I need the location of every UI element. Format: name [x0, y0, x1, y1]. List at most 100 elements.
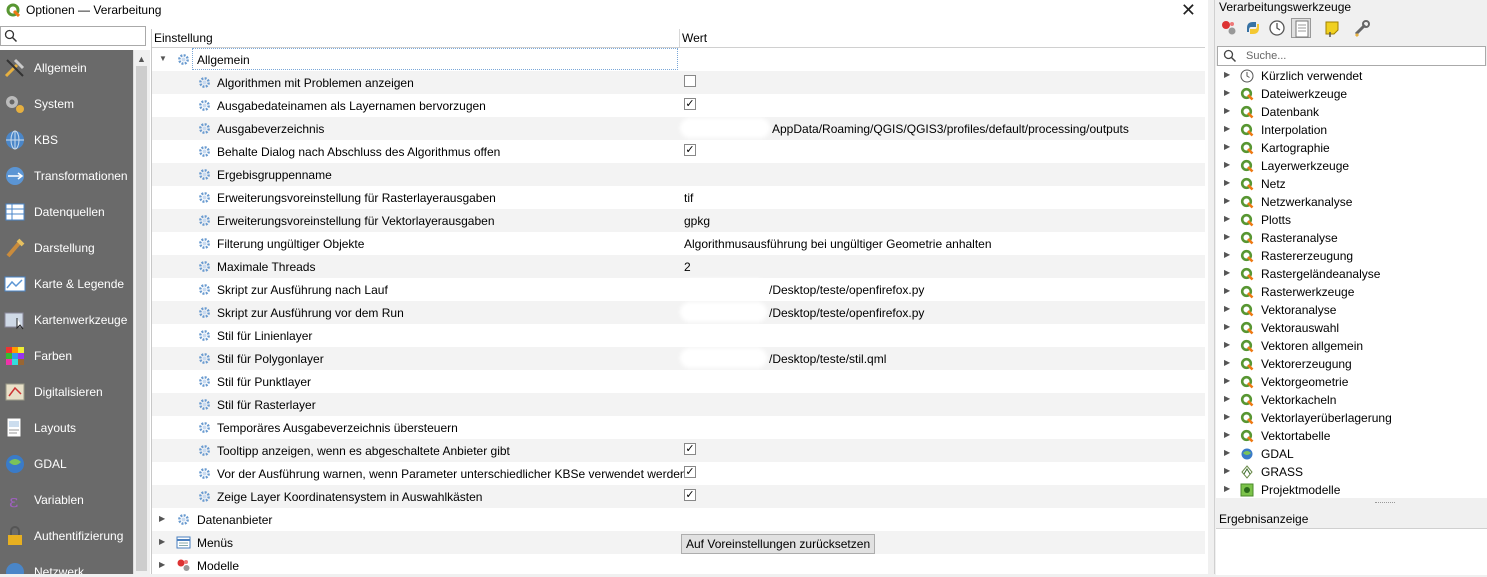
setting-value[interactable]: /Desktop/teste/openfirefox.py [769, 306, 924, 320]
tree-item[interactable]: ▶ Plotts [1216, 211, 1487, 229]
setting-checkbox[interactable]: ✓ [684, 443, 696, 455]
setting-row[interactable]: Stil für Linienlayer [152, 324, 1205, 347]
sidebar-item-kbs[interactable]: KBS [0, 122, 133, 158]
setting-checkbox[interactable] [684, 75, 696, 87]
setting-row[interactable]: Skript zur Ausführung nach Lauf/Desktop/… [152, 278, 1205, 301]
tree-item[interactable]: ▶ Vektoren allgemein [1216, 337, 1487, 355]
setting-row[interactable]: Stil für Rasterlayer [152, 393, 1205, 416]
collapsed-arrow-icon[interactable]: ▶ [1224, 448, 1230, 457]
collapsed-arrow-icon[interactable]: ▶ [1224, 484, 1230, 493]
setting-value[interactable]: /Desktop/teste/stil.qml [769, 352, 886, 366]
setting-value[interactable]: 2 [684, 260, 691, 274]
reset-to-defaults-button[interactable]: Auf Voreinstellungen zurücksetzen [681, 534, 876, 554]
tree-item[interactable]: ▶ Rastererzeugung [1216, 247, 1487, 265]
setting-row[interactable]: Stil für Polygonlayer/Desktop/teste/stil… [152, 347, 1205, 370]
collapsed-arrow-icon[interactable]: ▶ [1224, 196, 1230, 205]
tree-item[interactable]: ▶ Vektorauswahl [1216, 319, 1487, 337]
tree-item[interactable]: ▶ Netz [1216, 175, 1487, 193]
collapsed-arrow-icon[interactable]: ▶ [1224, 412, 1230, 421]
sidebar-item-datenquellen[interactable]: Datenquellen [0, 194, 133, 230]
collapsed-arrow-icon[interactable]: ▶ [159, 537, 165, 546]
tree-item[interactable]: ▶ Vektortabelle [1216, 427, 1487, 445]
collapsed-arrow-icon[interactable]: ▶ [159, 514, 165, 523]
column-header-value[interactable]: Wert [682, 31, 707, 45]
collapsed-arrow-icon[interactable]: ▶ [159, 560, 165, 569]
setting-value[interactable]: tif [684, 191, 693, 205]
tree-item[interactable]: ▶ Rasterwerkzeuge [1216, 283, 1487, 301]
sidebar-item-layouts[interactable]: Layouts [0, 410, 133, 446]
models-button[interactable] [1219, 18, 1239, 38]
collapsed-arrow-icon[interactable]: ▶ [1224, 250, 1230, 259]
tree-item[interactable]: ▶ Vektorerzeugung [1216, 355, 1487, 373]
tree-item[interactable]: ▶ Vektorkacheln [1216, 391, 1487, 409]
column-header-setting[interactable]: Einstellung [154, 31, 213, 45]
setting-row[interactable]: Behalte Dialog nach Abschluss des Algori… [152, 140, 1205, 163]
setting-row[interactable]: Maximale Threads 2 [152, 255, 1205, 278]
setting-row[interactable]: Ausgabedateinamen als Layernamen bervorz… [152, 94, 1205, 117]
results-button[interactable] [1291, 18, 1311, 38]
sidebar-item-digitalisieren[interactable]: Digitalisieren [0, 374, 133, 410]
close-icon[interactable]: ✕ [1181, 0, 1196, 20]
collapsed-arrow-icon[interactable]: ▶ [1224, 466, 1230, 475]
collapsed-arrow-icon[interactable]: ▶ [1224, 70, 1230, 79]
setting-row[interactable]: Temporäres Ausgabeverzeichnis übersteuer… [152, 416, 1205, 439]
collapsed-arrow-icon[interactable]: ▶ [1224, 286, 1230, 295]
tree-item[interactable]: ▶ Dateiwerkzeuge [1216, 85, 1487, 103]
collapsed-arrow-icon[interactable]: ▶ [1224, 106, 1230, 115]
collapsed-arrow-icon[interactable]: ▶ [1224, 394, 1230, 403]
sidebar-item-karte-legende[interactable]: Karte & Legende [0, 266, 133, 302]
setting-row[interactable]: Ergebisgruppenname [152, 163, 1205, 186]
setting-checkbox[interactable]: ✓ [684, 489, 696, 501]
sidebar-item-variablen[interactable]: ε Variablen [0, 482, 133, 518]
tree-item[interactable]: ▶ Rasteranalyse [1216, 229, 1487, 247]
setting-row[interactable]: Algorithmen mit Problemen anzeigen [152, 71, 1205, 94]
scrollbar-thumb[interactable] [136, 66, 147, 571]
sidebar-item-darstellung[interactable]: Darstellung [0, 230, 133, 266]
setting-row[interactable]: Skript zur Ausführung vor dem Run/Deskto… [152, 301, 1205, 324]
collapsed-arrow-icon[interactable]: ▶ [1224, 358, 1230, 367]
setting-row[interactable]: Vor der Ausführung warnen, wenn Paramete… [152, 462, 1205, 485]
sidebar-item-farben[interactable]: Farben [0, 338, 133, 374]
tree-item[interactable]: ▶ Kürzlich verwendet [1216, 67, 1487, 85]
setting-checkbox[interactable]: ✓ [684, 466, 696, 478]
setting-value[interactable]: Algorithmusausführung bei ungültiger Geo… [684, 237, 992, 251]
history-button[interactable] [1267, 18, 1287, 38]
collapsed-arrow-icon[interactable]: ▶ [1224, 268, 1230, 277]
column-divider[interactable] [679, 29, 680, 47]
tree-item[interactable]: ▶ Vektoranalyse [1216, 301, 1487, 319]
options-button[interactable] [1352, 18, 1372, 38]
tree-item[interactable]: ▶ Projektmodelle [1216, 481, 1487, 499]
collapsed-arrow-icon[interactable]: ▶ [1224, 214, 1230, 223]
collapsed-arrow-icon[interactable]: ▶ [1224, 322, 1230, 331]
tree-item[interactable]: ▶ Interpolation [1216, 121, 1487, 139]
sidebar-item-kartenwerkzeuge[interactable]: Kartenwerkzeuge [0, 302, 133, 338]
collapsed-arrow-icon[interactable]: ▶ [1224, 124, 1230, 133]
setting-value[interactable]: AppData/Roaming/QGIS/QGIS3/profiles/defa… [772, 122, 1129, 136]
setting-row[interactable]: Erweiterungsvoreinstellung für Rasterlay… [152, 186, 1205, 209]
sidebar-item-allgemein[interactable]: Allgemein [0, 50, 133, 86]
tree-item[interactable]: ▶ GRASS [1216, 463, 1487, 481]
group-row-allgemein[interactable]: ▼ Allgemein [152, 48, 1205, 71]
collapsed-arrow-icon[interactable]: ▶ [1224, 142, 1230, 151]
setting-row[interactable]: Zeige Layer Koordinatensystem in Auswahl… [152, 485, 1205, 508]
setting-row[interactable]: Erweiterungsvoreinstellung für Vektorlay… [152, 209, 1205, 232]
options-search-input[interactable] [0, 26, 146, 46]
tree-item[interactable]: ▶ Vektorlayerüberlagerung [1216, 409, 1487, 427]
sidebar-item-system[interactable]: System [0, 86, 133, 122]
collapsed-arrow-icon[interactable]: ▶ [1224, 376, 1230, 385]
tree-item[interactable]: ▶ Kartographie [1216, 139, 1487, 157]
sidebar-item-authentifizierung[interactable]: Authentifizierung [0, 518, 133, 554]
tree-item[interactable]: ▶ Rastergeländeanalyse [1216, 265, 1487, 283]
group-row[interactable]: ▶ Menüs Auf Voreinstellungen zurücksetzen [152, 531, 1205, 554]
collapsed-arrow-icon[interactable]: ▶ [1224, 160, 1230, 169]
tree-item[interactable]: ▶ Layerwerkzeuge [1216, 157, 1487, 175]
sidebar-item-netzwerk[interactable]: Netzwerk [0, 554, 133, 574]
tree-item[interactable]: ▶ GDAL [1216, 445, 1487, 463]
setting-value[interactable]: gpkg [684, 214, 710, 228]
collapsed-arrow-icon[interactable]: ▶ [1224, 232, 1230, 241]
collapsed-arrow-icon[interactable]: ▶ [1224, 304, 1230, 313]
scroll-up-icon[interactable]: ▲ [137, 54, 146, 64]
collapsed-arrow-icon[interactable]: ▶ [1224, 178, 1230, 187]
setting-row[interactable]: Stil für Punktlayer [152, 370, 1205, 393]
setting-row[interactable]: Tooltipp anzeigen, wenn es abgeschaltete… [152, 439, 1205, 462]
